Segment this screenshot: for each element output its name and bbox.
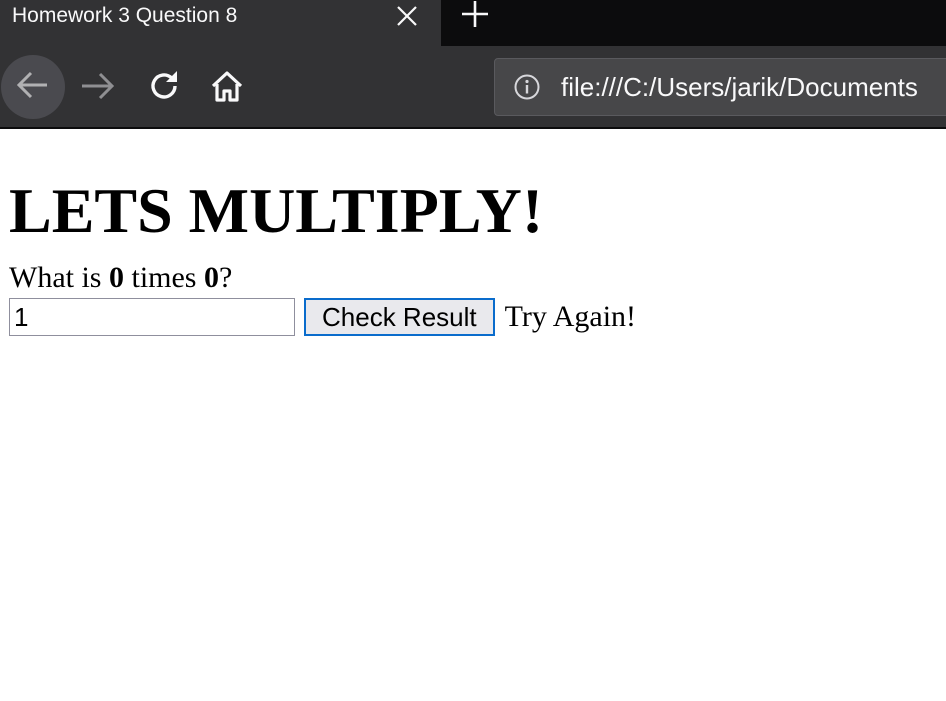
operand-b: 0 [203, 261, 219, 294]
question-middle: times [123, 261, 204, 294]
reload-button[interactable] [146, 70, 182, 106]
close-icon[interactable] [394, 3, 420, 29]
url-text: file:///C:/Users/jarik/Documents [561, 72, 918, 102]
navigation-toolbar: file:///C:/Users/jarik/Documents [0, 46, 946, 129]
back-button[interactable] [1, 55, 65, 119]
question-suffix: ? [218, 261, 233, 294]
question-prefix: What is [9, 261, 109, 294]
tab-active[interactable]: Homework 3 Question 8 [0, 0, 441, 46]
tab-strip: Homework 3 Question 8 [0, 0, 946, 46]
reload-icon [146, 68, 182, 109]
browser-window: Homework 3 Question 8 file:///C:/Users/j… [0, 0, 946, 701]
answer-input[interactable] [9, 298, 295, 336]
result-message: Try Again! [504, 300, 637, 333]
home-button[interactable] [209, 70, 245, 106]
question-text: What is 0 times 0? [9, 261, 937, 295]
home-icon [209, 68, 245, 109]
check-result-button[interactable]: Check Result [304, 298, 495, 336]
operand-a: 0 [108, 261, 124, 294]
forward-arrow-icon [80, 68, 116, 109]
answer-row: Check Result Try Again! [9, 297, 937, 337]
back-arrow-icon [15, 67, 51, 108]
page-content: LETS MULTIPLY! What is 0 times 0? Check … [0, 175, 946, 337]
plus-icon[interactable] [460, 0, 490, 30]
url-bar[interactable]: file:///C:/Users/jarik/Documents [494, 58, 946, 116]
forward-button[interactable] [80, 70, 116, 106]
page-title: LETS MULTIPLY! [9, 175, 544, 246]
tab-title: Homework 3 Question 8 [12, 4, 238, 27]
info-icon[interactable] [513, 73, 541, 101]
